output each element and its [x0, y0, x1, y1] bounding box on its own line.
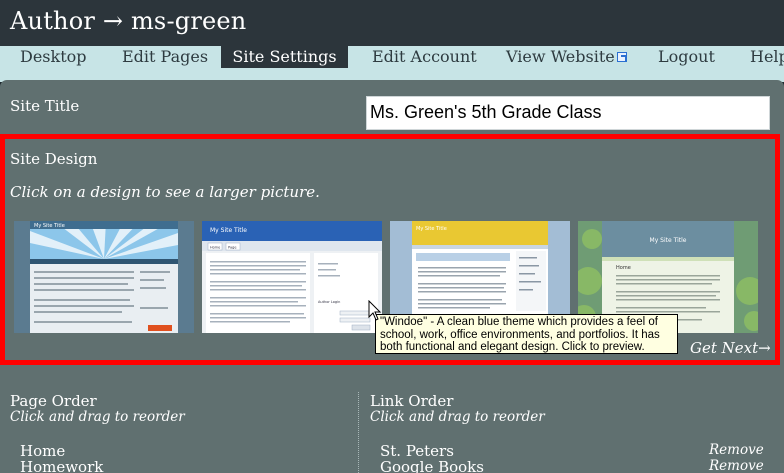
design-thumbnail-rays[interactable]: My Site Title: [14, 221, 194, 333]
link-order-item-google-books[interactable]: Google Books: [380, 458, 484, 473]
design-tooltip: "Windoe" - A clean blue theme which prov…: [375, 314, 678, 354]
thumb-3-title: My Site Title: [416, 226, 447, 232]
page-title: Author → ms-green: [10, 7, 247, 35]
page-order-item-homework[interactable]: Homework: [20, 458, 103, 473]
tab-site-settings[interactable]: Site Settings: [221, 46, 348, 68]
thumb-2-nav-page: Page: [228, 246, 236, 250]
site-title-label: Site Title: [10, 97, 80, 115]
remove-link-st-peters[interactable]: Remove: [709, 442, 764, 458]
thumb-1-title: My Site Title: [34, 223, 65, 229]
page-order-title: Page Order: [10, 392, 97, 410]
external-link-icon: [616, 52, 627, 62]
thumb-2-nav-home: Home: [210, 246, 220, 250]
page-order-subtitle: Click and drag to reorder: [10, 409, 185, 425]
tab-logout[interactable]: Logout: [658, 46, 715, 68]
site-design-label: Site Design: [10, 150, 98, 168]
get-next-link[interactable]: Get Next→: [690, 339, 771, 357]
remove-link-google-books[interactable]: Remove: [709, 458, 764, 473]
section-divider: [358, 392, 359, 473]
thumb-4-title: My Site Title: [650, 237, 687, 244]
tab-edit-account[interactable]: Edit Account: [372, 46, 477, 68]
site-design-hint: Click on a design to see a larger pictur…: [10, 183, 320, 201]
link-order-title: Link Order: [370, 392, 454, 410]
link-order-subtitle: Click and drag to reorder: [370, 409, 545, 425]
main-nav: Desktop Edit Pages Site Settings Edit Ac…: [0, 46, 784, 68]
tab-view-website-label: View Website: [506, 47, 615, 66]
app-header: Author → ms-green: [0, 0, 784, 47]
tab-desktop[interactable]: Desktop: [20, 46, 87, 68]
thumb-2-author-login: Author Login: [318, 300, 340, 304]
windoe-theme-preview: My Site Title Home Page Author Login: [202, 221, 382, 333]
mouse-pointer-icon: [368, 300, 382, 321]
thumb-4-nav-home: Home: [616, 265, 631, 271]
tab-view-website[interactable]: View Website: [506, 46, 627, 68]
thumb-2-title: My Site Title: [210, 227, 247, 234]
rays-theme-preview: My Site Title: [14, 221, 194, 333]
site-title-input[interactable]: Ms. Green's 5th Grade Class: [366, 96, 770, 130]
tab-edit-pages[interactable]: Edit Pages: [122, 46, 208, 68]
design-thumbnail-windoe[interactable]: My Site Title Home Page Author Login: [202, 221, 382, 333]
tab-help[interactable]: Help: [750, 46, 784, 68]
